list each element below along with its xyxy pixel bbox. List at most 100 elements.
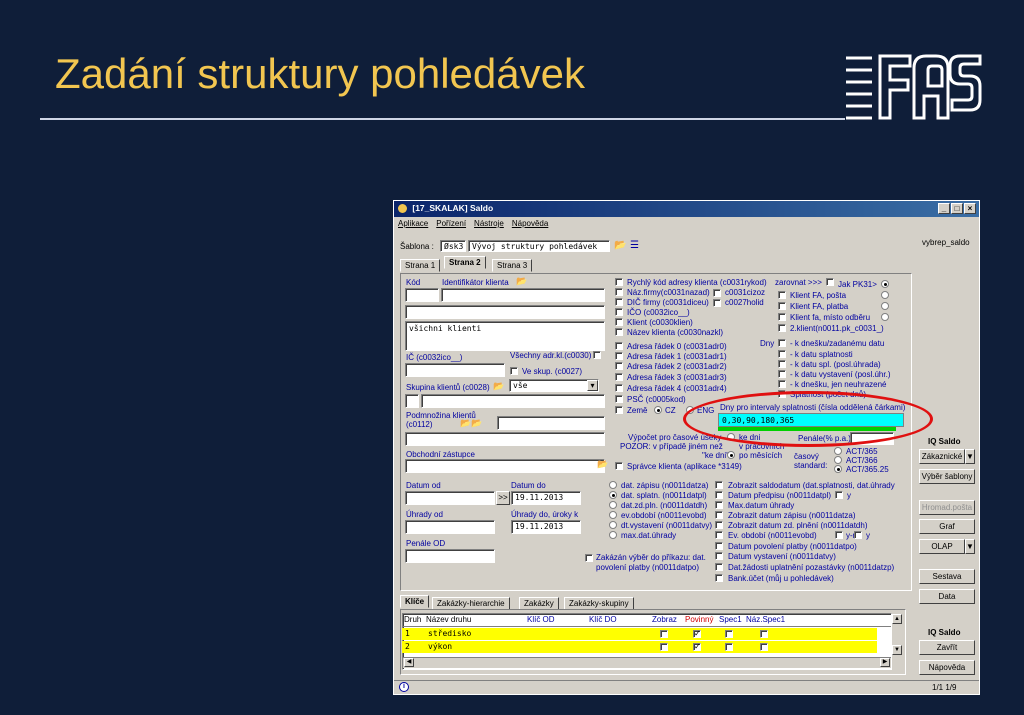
napoveda-button[interactable]: Nápověda: [919, 660, 975, 675]
dates2-checkbox-0[interactable]: [715, 481, 723, 489]
tab-strana-2[interactable]: Strana 2: [444, 256, 486, 269]
menu-aplikace[interactable]: Aplikace: [398, 219, 428, 231]
folder-icon[interactable]: 📂: [516, 276, 527, 287]
klient-fa-posta-radio[interactable]: [881, 291, 889, 299]
col2-checkbox-10[interactable]: [615, 384, 623, 392]
dates2-y-checkbox-1[interactable]: [835, 491, 843, 499]
tab-strana-3[interactable]: Strana 3: [492, 259, 533, 272]
jak-radio[interactable]: [881, 280, 889, 288]
uhrady-od-input[interactable]: [405, 520, 495, 534]
dates2-checkbox-8[interactable]: [715, 563, 723, 571]
template-code-field[interactable]: Øsk3: [440, 240, 466, 252]
podmnozina-name-field[interactable]: [405, 432, 605, 446]
maximize-button[interactable]: □: [951, 203, 963, 214]
menu-porizeni[interactable]: Pořízení: [436, 219, 466, 231]
template-name-field[interactable]: Vývoj struktury pohledávek: [468, 240, 610, 252]
col2-checkbox-5[interactable]: [615, 328, 623, 336]
datum-od-input[interactable]: [405, 491, 495, 505]
date-radio-1[interactable]: [609, 491, 617, 499]
dates2-y-checkbox-5[interactable]: [854, 531, 862, 539]
zakazan-checkbox[interactable]: [585, 554, 593, 562]
zakaznicke-dropdown[interactable]: ▼: [965, 449, 975, 464]
dny-checkbox-1[interactable]: [778, 350, 786, 358]
zeme-cz-radio[interactable]: [654, 406, 662, 414]
skupina-folder-icon[interactable]: 📂: [493, 381, 504, 392]
all-addresses-checkbox[interactable]: [593, 351, 601, 359]
date-radio-4[interactable]: [609, 521, 617, 529]
col2-checkbox-3[interactable]: [615, 308, 623, 316]
skupina-input[interactable]: [421, 394, 605, 408]
dates2-checkbox-6[interactable]: [715, 542, 723, 550]
row-1-spec1-checkbox[interactable]: [725, 630, 733, 638]
col2-checkbox-2[interactable]: [615, 298, 623, 306]
hromad-posta-button[interactable]: Hromad.pošta: [919, 500, 975, 515]
graf-button[interactable]: Graf: [919, 519, 975, 534]
scroll-up-arrow[interactable]: ▲: [892, 614, 902, 624]
klient-fa-misto-checkbox[interactable]: [778, 313, 786, 321]
holid-checkbox[interactable]: [713, 299, 721, 307]
table-row[interactable]: [402, 628, 877, 640]
po-mesicich-radio[interactable]: [727, 451, 735, 459]
klient2-checkbox[interactable]: [778, 324, 786, 332]
act366-radio[interactable]: [834, 456, 842, 464]
obchodni-input[interactable]: [405, 459, 605, 473]
sestava-button[interactable]: Sestava: [919, 569, 975, 584]
col2-checkbox-8[interactable]: [615, 362, 623, 370]
all-clients-field[interactable]: všichni klienti: [405, 321, 605, 351]
open-folder-icon[interactable]: 📂: [614, 240, 626, 251]
skupina-code-input[interactable]: [405, 394, 419, 408]
scroll-right-arrow[interactable]: ▶: [880, 658, 890, 667]
dates2-checkbox-4[interactable]: [715, 521, 723, 529]
scroll-down-arrow[interactable]: ▼: [892, 645, 902, 655]
skupina-dropdown-arrow[interactable]: ▾: [587, 380, 598, 391]
col2-checkbox-7[interactable]: [615, 352, 623, 360]
col2-checkbox-4[interactable]: [615, 318, 623, 326]
col2-checkbox-1[interactable]: [615, 288, 623, 296]
dates2-checkbox-5[interactable]: [715, 531, 723, 539]
client-name-field[interactable]: [405, 305, 605, 319]
kod-input[interactable]: [405, 288, 439, 302]
dny-checkbox-0[interactable]: [778, 339, 786, 347]
date-radio-5[interactable]: [609, 531, 617, 539]
olap-dropdown[interactable]: ▼: [965, 539, 975, 554]
podmnozina-input[interactable]: [497, 416, 605, 430]
dates2-checkbox-7[interactable]: [715, 552, 723, 560]
scroll-left-arrow[interactable]: ◀: [404, 658, 414, 667]
bottom-tab-klice[interactable]: Klíče: [400, 595, 430, 608]
grid-hscrollbar[interactable]: [403, 657, 891, 668]
list-icon[interactable]: ☰: [630, 240, 639, 251]
copy-date-button[interactable]: >>: [496, 491, 510, 505]
date-radio-2[interactable]: [609, 501, 617, 509]
zeme-checkbox[interactable]: [615, 406, 623, 414]
zakaznicke-button[interactable]: Zákaznické: [919, 449, 965, 464]
spravce-checkbox[interactable]: [615, 462, 623, 470]
col2-checkbox-0[interactable]: [615, 278, 623, 286]
datum-do-input[interactable]: 19.11.2013: [511, 491, 581, 505]
penale-od-input[interactable]: [405, 549, 495, 563]
podmnozina-folder-icon[interactable]: 📂📂: [460, 418, 482, 429]
row-1-povinny-checkbox[interactable]: ✓: [693, 630, 701, 638]
col2-checkbox-11[interactable]: [615, 395, 623, 403]
tab-strana-1[interactable]: Strana 1: [400, 259, 441, 272]
olap-button[interactable]: OLAP: [919, 539, 965, 554]
col2-checkbox-9[interactable]: [615, 373, 623, 381]
dny-checkbox-3[interactable]: [778, 370, 786, 378]
dates2-checkbox-2[interactable]: [715, 501, 723, 509]
uhrady-do-input[interactable]: 19.11.2013: [511, 520, 581, 534]
dates2-checkbox-1[interactable]: [715, 491, 723, 499]
dates2-ym-checkbox[interactable]: [835, 531, 843, 539]
klient-fa-posta-checkbox[interactable]: [778, 291, 786, 299]
act365-radio[interactable]: [834, 447, 842, 455]
vyber-sablony-button[interactable]: Výběr šablony: [919, 469, 975, 484]
col2-checkbox-6[interactable]: [615, 342, 623, 350]
skupina-select[interactable]: vše: [509, 379, 599, 392]
ve-skup-checkbox[interactable]: [510, 367, 518, 375]
menu-nastroje[interactable]: Nástroje: [474, 219, 504, 231]
ic-input[interactable]: [405, 363, 505, 377]
table-row[interactable]: [402, 641, 877, 653]
data-button[interactable]: Data: [919, 589, 975, 604]
zavrit-button[interactable]: Zavřít: [919, 640, 975, 655]
row-2-povinny-checkbox[interactable]: ✓: [693, 643, 701, 651]
row-2-nazspec1-checkbox[interactable]: [760, 643, 768, 651]
ident-input[interactable]: [441, 288, 605, 302]
